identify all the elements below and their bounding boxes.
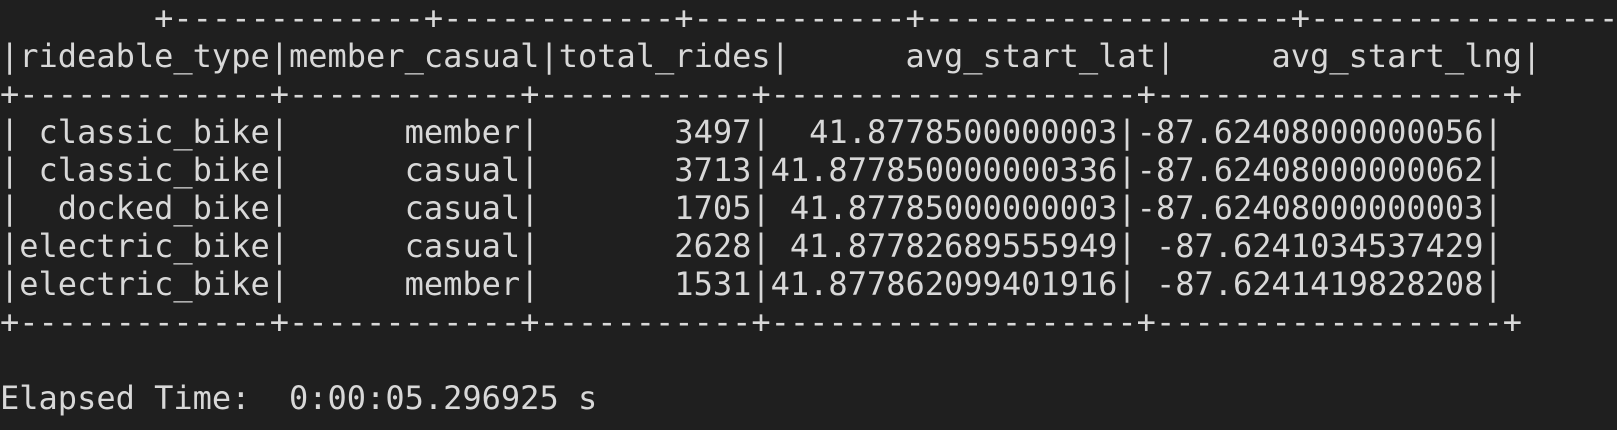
- table-row: |electric_bike| member| 1531|41.87786209…: [0, 265, 1503, 303]
- elapsed-time-status: Elapsed Time: 0:00:05.296925 s: [0, 379, 598, 417]
- table-bottom-border: +-------------+------------+-----------+…: [0, 303, 1522, 341]
- table-row: | docked_bike| casual| 1705| 41.87785000…: [0, 189, 1503, 227]
- terminal-output: +-------------+------------+-----------+…: [0, 0, 1617, 430]
- table-row: | classic_bike| casual| 3713|41.87785000…: [0, 151, 1503, 189]
- table-header-separator: +-------------+------------+-----------+…: [0, 75, 1522, 113]
- table-row: | classic_bike| member| 3497| 41.8778500…: [0, 113, 1503, 151]
- table-header-row: |rideable_type|member_casual|total_rides…: [0, 37, 1542, 75]
- table-top-border: +-------------+------------+-----------+…: [0, 0, 1617, 37]
- table-row: |electric_bike| casual| 2628| 41.8778268…: [0, 227, 1503, 265]
